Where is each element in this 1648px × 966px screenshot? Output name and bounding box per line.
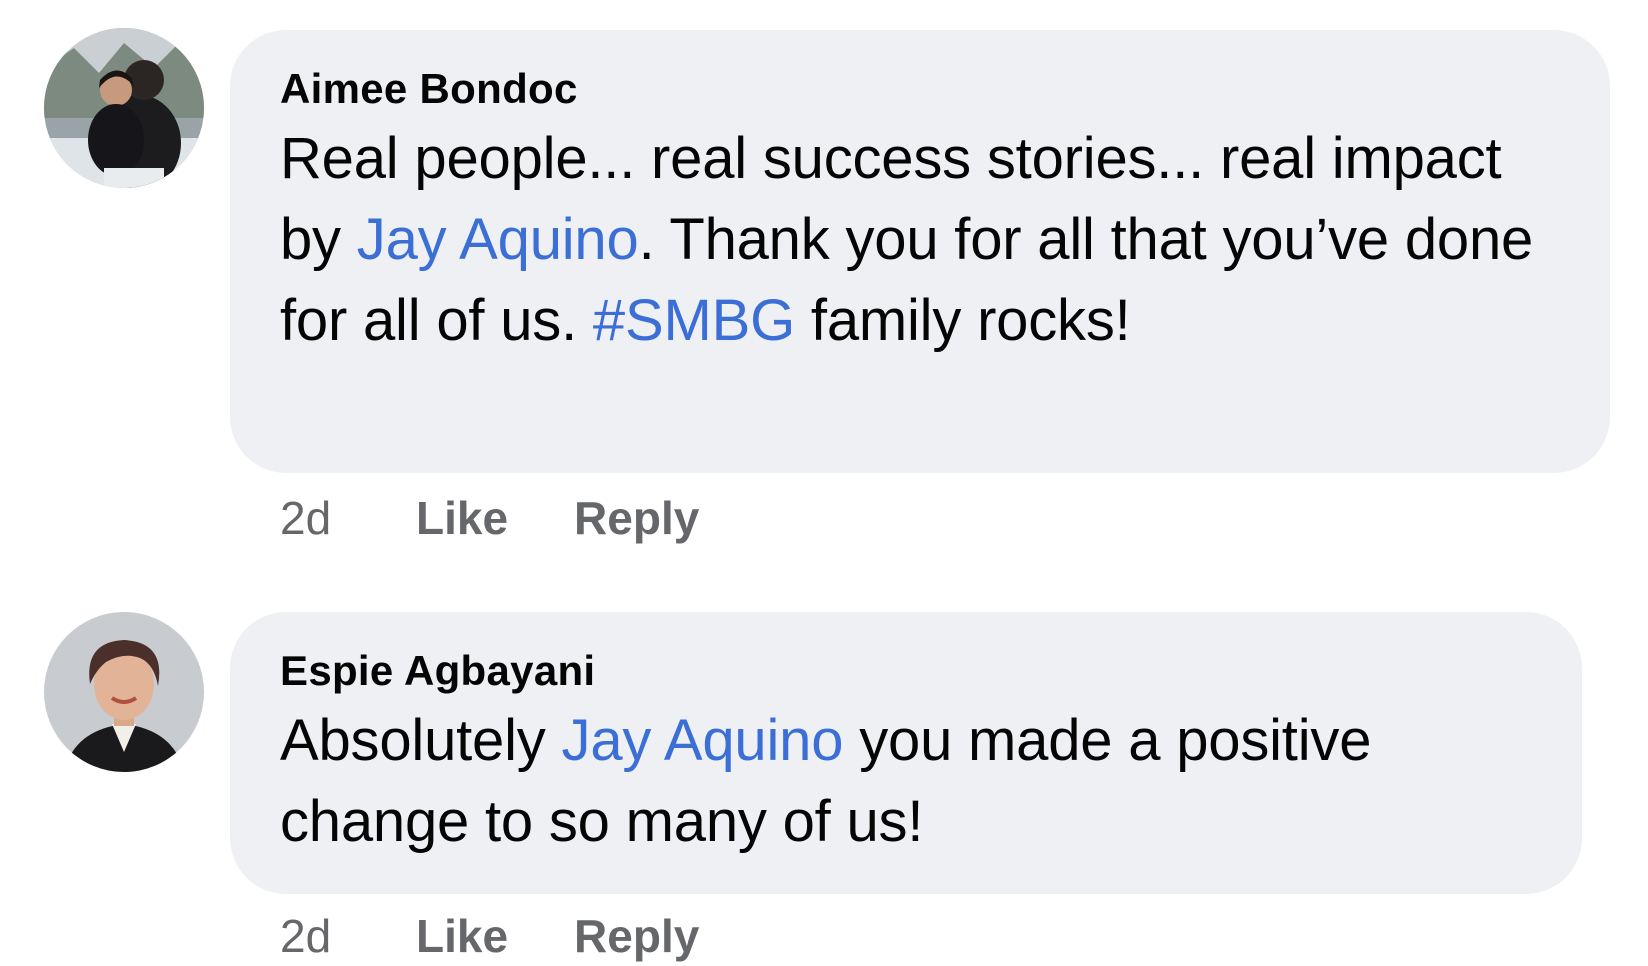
mention-link[interactable]: Jay Aquino	[562, 708, 844, 773]
comment: Aimee Bondoc Real people... real success…	[0, 0, 1648, 544]
comment-text: Real people... real success stories... r…	[280, 126, 1534, 353]
hashtag-link[interactable]: #SMBG	[593, 288, 795, 353]
comment-text: Absolutely Jay Aquino you made a positiv…	[280, 708, 1372, 854]
reply-button[interactable]: Reply	[574, 908, 699, 964]
avatar[interactable]	[44, 612, 204, 772]
like-button[interactable]: Like	[416, 908, 508, 964]
comment-actions: 2d Like Reply	[280, 908, 699, 964]
comment-bubble: Espie Agbayani Absolutely Jay Aquino you…	[230, 612, 1582, 894]
like-button[interactable]: Like	[416, 490, 508, 546]
timestamp[interactable]: 2d	[280, 490, 350, 546]
timestamp[interactable]: 2d	[280, 908, 350, 964]
profile-photo-icon	[44, 612, 204, 772]
comment-actions: 2d Like Reply	[280, 490, 699, 546]
profile-photo-icon	[44, 28, 204, 188]
mention-link[interactable]: Jay Aquino	[357, 207, 639, 272]
comment: Espie Agbayani Absolutely Jay Aquino you…	[0, 600, 1648, 966]
comment-author[interactable]: Aimee Bondoc	[280, 60, 1564, 118]
reply-button[interactable]: Reply	[574, 490, 699, 546]
avatar[interactable]	[44, 28, 204, 188]
comment-bubble: Aimee Bondoc Real people... real success…	[230, 30, 1610, 473]
comment-author[interactable]: Espie Agbayani	[280, 642, 1536, 700]
